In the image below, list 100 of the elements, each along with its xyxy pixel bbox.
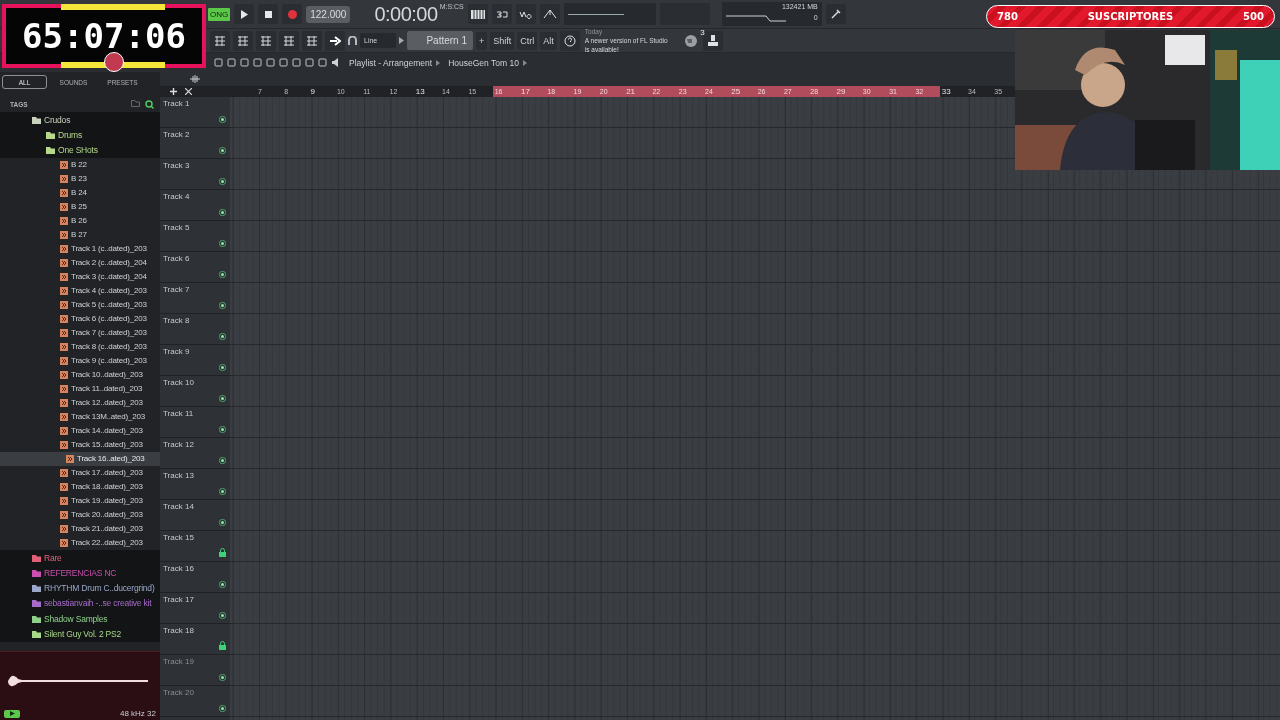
globe-icon[interactable] (683, 32, 698, 47)
track-enable-icon[interactable] (219, 147, 226, 154)
track-name: Track 13 (163, 471, 195, 480)
play-button[interactable] (234, 4, 255, 24)
file-item[interactable]: B 27 (0, 227, 160, 242)
folder-item[interactable]: Crudos (0, 112, 160, 128)
file-item[interactable]: Track 8 (c..dated)_203 (0, 339, 160, 354)
track-name: Track 5 (163, 223, 191, 232)
tempo-field[interactable]: 122.000 (306, 5, 351, 23)
modifier-key[interactable]: Ctrl (517, 31, 538, 50)
track-enable-icon[interactable] (219, 302, 226, 309)
folder-item[interactable]: Shadow Samples (0, 611, 160, 627)
bar-number: 13 (414, 86, 426, 97)
track-enable-icon[interactable] (219, 116, 226, 123)
file-item[interactable]: Track 13M..ated)_203 (0, 409, 160, 424)
caret-icon[interactable] (399, 37, 404, 44)
file-item[interactable]: B 22 (0, 157, 160, 172)
file-item[interactable]: Track 17..dated)_203 (0, 465, 160, 480)
folder-icon[interactable] (131, 99, 140, 107)
file-item[interactable]: Track 7 (c..dated)_203 (0, 325, 160, 340)
mixer-button[interactable] (302, 30, 322, 51)
file-item[interactable]: B 26 (0, 213, 160, 228)
lock-icon[interactable] (219, 641, 226, 650)
audio-file-icon (60, 398, 68, 407)
playlist-button[interactable] (279, 30, 299, 51)
play-preview-button[interactable] (4, 709, 20, 718)
track-enable-icon[interactable] (219, 488, 226, 495)
track-name: Track 11 (163, 409, 195, 418)
track-enable-icon[interactable] (219, 674, 226, 681)
file-item[interactable]: Track 22..dated)_203 (0, 535, 160, 550)
help-button[interactable] (559, 30, 580, 51)
track-enable-icon[interactable] (219, 333, 226, 340)
file-item[interactable]: Track 6 (c..dated)_203 (0, 311, 160, 326)
cable-button[interactable] (825, 4, 846, 24)
track-enable-icon[interactable] (219, 240, 226, 247)
mode-label[interactable]: ONG (208, 7, 231, 21)
file-item[interactable]: Track 5 (c..dated)_203 (0, 297, 160, 312)
file-item[interactable]: Track 20..dated)_203 (0, 507, 160, 522)
audio-file-icon (60, 426, 68, 435)
audio-file-icon (60, 538, 68, 547)
track-enable-icon[interactable] (219, 178, 226, 185)
track-enable-icon[interactable] (219, 581, 226, 588)
lock-icon[interactable] (219, 548, 226, 557)
modifier-key[interactable]: Alt (540, 31, 557, 50)
channel-rack-button[interactable] (233, 30, 253, 51)
track-enable-icon[interactable] (219, 364, 226, 371)
magnet-icon[interactable] (348, 36, 357, 45)
bar-number: 9 (309, 86, 317, 97)
file-item[interactable]: Track 14..dated)_203 (0, 423, 160, 438)
folder-item[interactable]: Rare (0, 549, 160, 566)
track-enable-icon[interactable] (219, 457, 226, 464)
file-item[interactable]: Track 16..ated)_203 (0, 451, 160, 466)
file-item[interactable]: Track 2 (c..dated)_204 (0, 255, 160, 270)
waveform-tool-icon[interactable] (190, 75, 200, 83)
folder-item[interactable]: Silent Guy Vol. 2 PS2 (0, 626, 160, 642)
file-item[interactable]: Track 15..dated)_203 (0, 437, 160, 452)
file-item[interactable]: Track 12..dated)_203 (0, 395, 160, 410)
file-item[interactable]: Track 21..dated)_203 (0, 521, 160, 536)
file-item[interactable]: B 25 (0, 199, 160, 214)
file-item[interactable]: B 23 (0, 171, 160, 186)
add-icon[interactable] (170, 88, 177, 95)
file-item[interactable]: B 24 (0, 185, 160, 200)
search-icon[interactable] (145, 99, 154, 109)
file-item[interactable]: Track 10..dated)_203 (0, 367, 160, 382)
stop-button[interactable] (258, 4, 279, 24)
track-enable-icon[interactable] (219, 209, 226, 216)
step-button[interactable] (491, 4, 512, 24)
track-enable-icon[interactable] (219, 705, 226, 712)
file-item[interactable]: Track 9 (c..dated)_203 (0, 353, 160, 368)
file-item[interactable]: Track 3 (c..dated)_204 (0, 269, 160, 284)
arrow-button[interactable] (325, 30, 345, 51)
track-enable-icon[interactable] (219, 426, 226, 433)
folder-item[interactable]: RHYTHM Drum C..ducergrind) (0, 580, 160, 596)
track-enable-icon[interactable] (219, 395, 226, 402)
file-item[interactable]: Track 1 (c..dated)_203 (0, 241, 160, 256)
record-settings-button[interactable] (702, 30, 723, 51)
add-pattern-button[interactable]: + (476, 31, 488, 50)
browser-button[interactable] (210, 30, 230, 51)
file-item[interactable]: Track 4 (c..dated)_203 (0, 283, 160, 298)
folder-item[interactable]: REFERENCIAS NC (0, 565, 160, 581)
audio-file-icon (60, 244, 68, 253)
track-enable-icon[interactable] (219, 612, 226, 619)
file-item[interactable]: Track 19..dated)_203 (0, 493, 160, 508)
modifier-key[interactable]: Shift (490, 31, 515, 50)
countdown-timer: 65:07:06 (22, 16, 186, 56)
track-name: Track 7 (163, 285, 191, 294)
file-item[interactable]: Track 18..dated)_203 (0, 479, 160, 494)
folder-item[interactable]: Drums (0, 127, 160, 143)
audio-file-icon (60, 188, 68, 197)
metronome-button[interactable] (539, 4, 560, 24)
keyboard-button[interactable] (467, 4, 488, 24)
pattern-selector[interactable]: Pattern 1 (407, 31, 473, 50)
bar-number: 29 (834, 86, 861, 97)
wait-button[interactable] (515, 4, 536, 24)
track-enable-icon[interactable] (219, 271, 226, 278)
close-icon[interactable] (185, 88, 192, 95)
track-enable-icon[interactable] (219, 519, 226, 526)
piano-roll-button[interactable] (256, 30, 276, 51)
step-icon (495, 9, 508, 19)
file-item[interactable]: Track 11..dated)_203 (0, 381, 160, 396)
